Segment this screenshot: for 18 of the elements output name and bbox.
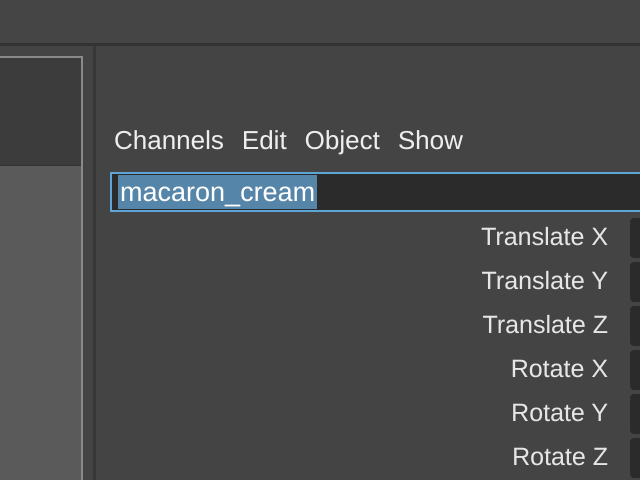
channel-value-field[interactable] xyxy=(630,350,640,390)
channel-value-field[interactable] xyxy=(630,394,640,434)
menu-item[interactable]: Object xyxy=(300,121,384,160)
menu-item[interactable]: Edit xyxy=(238,121,291,160)
channel-value-field[interactable] xyxy=(630,262,640,302)
menu-item[interactable]: Channels xyxy=(110,121,228,160)
channel-label[interactable]: Translate Z xyxy=(110,307,630,345)
field-value: macaron_cream xyxy=(118,175,318,210)
channel-label[interactable]: Rotate Y xyxy=(110,395,630,433)
name-field[interactable]: macaron_cream xyxy=(110,172,640,212)
channel-label[interactable]: Rotate Z xyxy=(110,439,630,477)
channel-label[interactable]: Translate Y xyxy=(110,263,630,301)
channel-value-field[interactable] xyxy=(630,306,640,346)
menu-item[interactable]: Show xyxy=(394,121,467,160)
channel-value-field[interactable] xyxy=(630,438,640,478)
channel-value-field[interactable] xyxy=(630,218,640,258)
channel-label[interactable]: Translate X xyxy=(110,219,630,257)
channel-label[interactable]: Rotate X xyxy=(110,351,630,389)
